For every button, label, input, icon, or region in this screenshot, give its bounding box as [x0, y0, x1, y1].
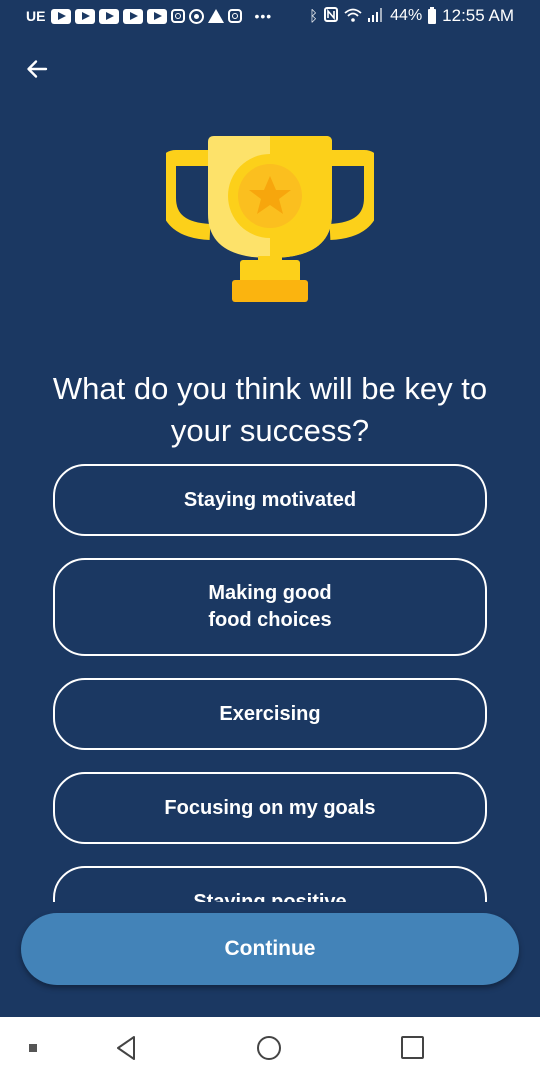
nav-back-icon[interactable]: [115, 1035, 137, 1061]
nav-home-icon[interactable]: [257, 1036, 281, 1060]
carrier-label: UE: [26, 8, 46, 24]
instagram-notification-icon: [228, 9, 243, 23]
chrome-notification-icon: [189, 8, 205, 24]
nav-recent-apps-icon[interactable]: [401, 1036, 424, 1059]
youtube-notification-icon: [147, 8, 168, 24]
navigation-bar: [0, 1017, 540, 1080]
instagram-notification-icon: [171, 9, 186, 23]
option-focusing-on-my-goals[interactable]: Focusing on my goals: [53, 772, 487, 844]
battery-percent: 44%: [390, 7, 423, 24]
option-label: Staying positive: [193, 890, 347, 903]
system-icons: ᛒ 44% 12:55 AM: [309, 0, 514, 32]
warning-notification-icon: [208, 9, 225, 23]
arrow-left-icon: [27, 60, 48, 78]
option-exercising[interactable]: Exercising: [53, 678, 487, 750]
option-label: Exercising: [219, 702, 321, 725]
trophy-icon: [166, 136, 374, 302]
option-label: Staying motivated: [183, 488, 357, 511]
youtube-notification-icon: [51, 8, 72, 24]
signal-icon: [368, 7, 384, 25]
clock: 12:55 AM: [442, 6, 514, 25]
youtube-notification-icon: [99, 8, 120, 24]
option-staying-positive[interactable]: Staying positive: [53, 866, 487, 902]
option-staying-motivated[interactable]: Staying motivated: [53, 464, 487, 536]
nfc-icon: [324, 7, 339, 25]
status-bar: UE ••• ᛒ 44% 12:55 AM: [0, 0, 540, 32]
bluetooth-icon: ᛒ: [309, 7, 319, 25]
back-button[interactable]: [18, 50, 56, 88]
nav-indicator-icon[interactable]: [29, 1044, 37, 1052]
continue-button[interactable]: Continue: [21, 913, 519, 985]
notification-icons: UE •••: [0, 8, 272, 24]
battery-icon: [428, 6, 437, 24]
option-making-good-food-choices[interactable]: Making good food choices: [53, 558, 487, 656]
option-label: Making good food choices: [208, 582, 332, 631]
youtube-notification-icon: [123, 8, 144, 24]
question-heading: What do you think will be key to your su…: [52, 371, 488, 448]
option-label: Focusing on my goals: [164, 796, 376, 819]
more-notifications-icon: •••: [254, 8, 273, 24]
wifi-icon: [344, 8, 362, 25]
options-list[interactable]: Staying motivated Making good food choic…: [0, 462, 540, 902]
youtube-notification-icon: [75, 8, 96, 24]
